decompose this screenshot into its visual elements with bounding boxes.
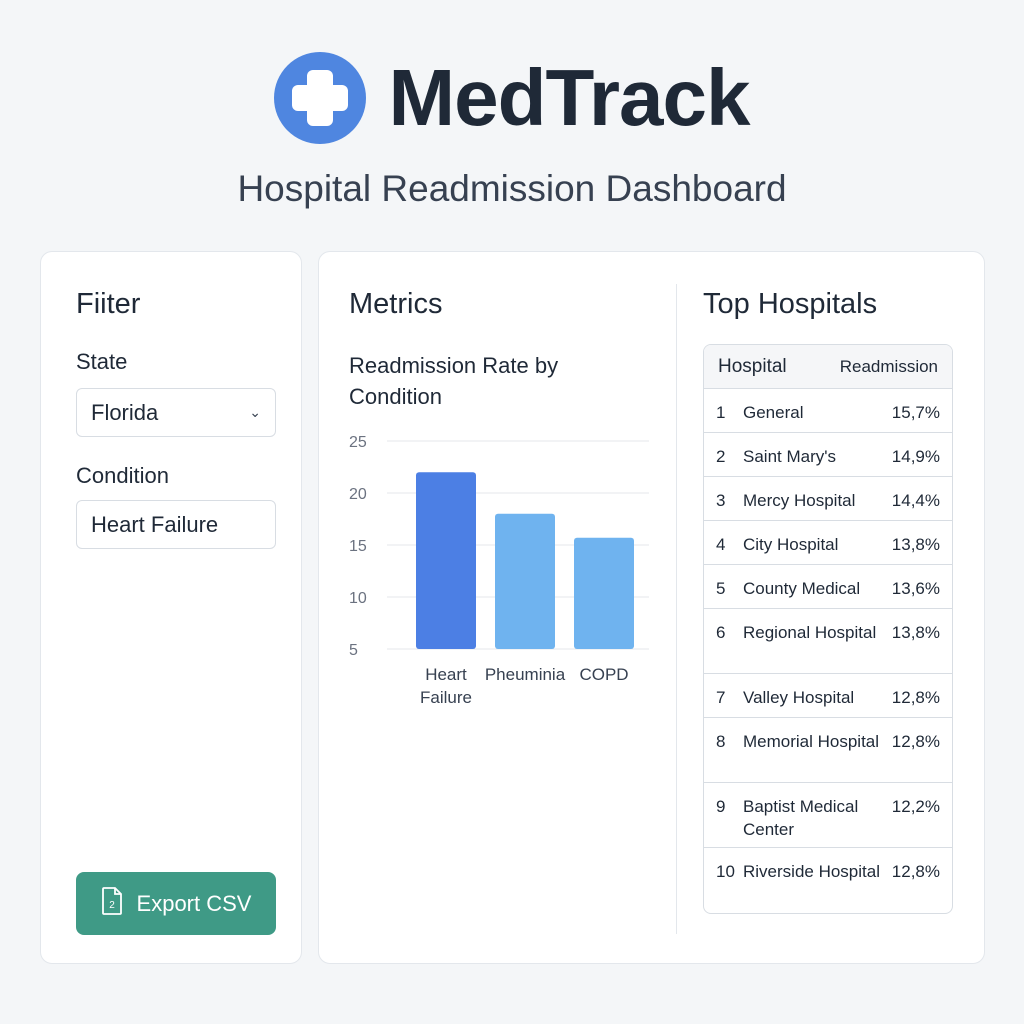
column-header-hospital: Hospital xyxy=(718,355,787,377)
panel-divider xyxy=(676,284,677,934)
condition-label: Condition xyxy=(76,463,169,488)
row-hospital-name: City Hospital xyxy=(743,535,839,554)
row-hospital-name: Baptist Medical Center xyxy=(743,797,859,839)
row-hospital-name: Valley Hospital xyxy=(743,688,855,707)
row-readmission-rate: 13,6% xyxy=(891,579,940,598)
chevron-down-icon: ⌄ xyxy=(249,404,261,420)
main-panel: Metrics Readmission Rate by Condition 25… xyxy=(318,251,985,964)
table-row[interactable]: 7 Valley Hospital 12,8% xyxy=(704,674,952,718)
filter-title: Fiiter xyxy=(76,288,141,320)
row-hospital-name: Riverside Hospital xyxy=(743,862,880,881)
table-row[interactable]: 2 Saint Mary's 14,9% xyxy=(704,433,952,477)
y-tick-label: 20 xyxy=(349,486,367,503)
page-subtitle: Hospital Readmission Dashboard xyxy=(237,168,787,209)
hospitals-table: Hospital Readmission 1 General 15,7% 2 S… xyxy=(703,344,953,914)
row-readmission-rate: 12,8% xyxy=(891,732,940,751)
table-row[interactable]: 8 Memorial Hospital 12,8% xyxy=(704,718,952,783)
table-row[interactable]: 6 Regional Hospital 13,8% xyxy=(704,609,952,674)
row-hospital-name: General xyxy=(743,403,804,422)
svg-text:2: 2 xyxy=(109,900,115,911)
row-readmission-rate: 13,8% xyxy=(891,535,940,554)
bar xyxy=(416,472,476,649)
row-hospital-name: Memorial Hospital xyxy=(743,732,880,751)
brand-header: MedTrack xyxy=(0,52,1024,144)
row-readmission-rate: 12,8% xyxy=(891,688,940,707)
y-tick-label: 15 xyxy=(349,538,367,555)
table-row[interactable]: 1 General 15,7% xyxy=(704,389,952,433)
row-hospital-name: Regional Hospital xyxy=(743,623,877,642)
row-rank: 1 xyxy=(716,403,726,422)
x-tick-label: Heart Failure xyxy=(420,665,472,707)
state-select[interactable]: Florida ⌄ xyxy=(76,388,276,437)
row-readmission-rate: 12,2% xyxy=(891,797,940,816)
top-hospitals-title: Top Hospitals xyxy=(703,288,878,320)
export-csv-label: Export CSV xyxy=(136,890,252,916)
row-readmission-rate: 13,8% xyxy=(891,623,940,642)
table-row[interactable]: 3 Mercy Hospital 14,4% xyxy=(704,477,952,521)
row-readmission-rate: 15,7% xyxy=(891,403,940,422)
row-hospital-name: Mercy Hospital xyxy=(743,491,856,510)
y-tick-label: 25 xyxy=(349,434,367,451)
table-header: Hospital Readmission xyxy=(704,345,952,389)
row-rank: 8 xyxy=(716,732,726,751)
row-rank: 6 xyxy=(716,623,726,642)
row-hospital-name: Saint Mary's xyxy=(743,447,836,466)
row-readmission-rate: 14,4% xyxy=(891,491,940,510)
row-rank: 7 xyxy=(716,688,726,707)
medical-cross-icon xyxy=(274,52,367,144)
x-tick-label: Pheuminia xyxy=(485,665,566,684)
row-rank: 10 xyxy=(716,862,735,881)
table-row[interactable]: 5 County Medical 13,6% xyxy=(704,565,952,609)
row-rank: 3 xyxy=(716,491,726,510)
row-rank: 2 xyxy=(716,447,726,466)
row-readmission-rate: 14,9% xyxy=(891,447,940,466)
app-name: MedTrack xyxy=(388,53,750,142)
bar xyxy=(495,513,555,649)
row-rank: 9 xyxy=(716,797,726,816)
condition-input[interactable]: Heart Failure xyxy=(76,500,276,549)
table-row[interactable]: 10 Riverside Hospital 12,8% xyxy=(704,848,952,913)
y-tick-label: 10 xyxy=(349,590,367,607)
state-label: State xyxy=(76,349,128,374)
row-rank: 5 xyxy=(716,579,726,598)
row-rank: 4 xyxy=(716,535,726,554)
table-row[interactable]: 9 Baptist Medical Center 12,2% xyxy=(704,783,952,848)
filter-panel: Fiiter State Florida ⌄ Condition Heart F… xyxy=(40,251,302,964)
x-tick-label: COPD xyxy=(579,665,628,684)
export-csv-button[interactable]: 2 Export CSV xyxy=(76,872,276,935)
column-header-readmission: Readmission xyxy=(839,356,938,376)
row-hospital-name: County Medical xyxy=(743,579,861,598)
condition-input-value: Heart Failure xyxy=(91,511,219,537)
table-row[interactable]: 4 City Hospital 13,8% xyxy=(704,521,952,565)
bar xyxy=(574,537,634,649)
row-readmission-rate: 12,8% xyxy=(891,862,940,881)
csv-file-icon: 2 xyxy=(101,886,123,921)
y-tick-label: 5 xyxy=(349,642,358,659)
state-select-value: Florida xyxy=(91,399,159,425)
readmission-bar-chart: 25 20 15 10 5 Heart Failure Pheuminia COPD xyxy=(349,434,649,707)
